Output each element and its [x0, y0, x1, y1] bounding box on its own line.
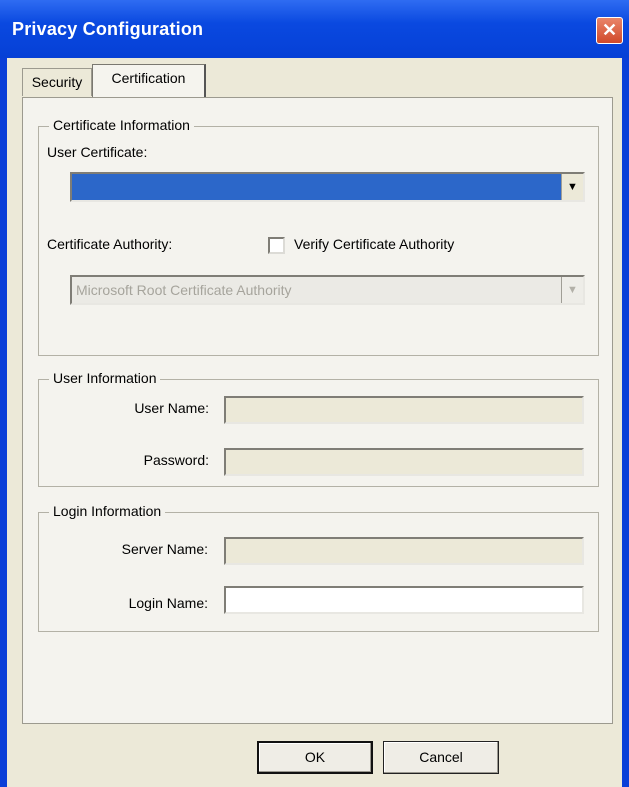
chevron-down-icon: ▼ — [567, 284, 578, 296]
user-information-legend: User Information — [49, 370, 161, 386]
user-certificate-label: User Certificate: — [47, 144, 148, 160]
title-bar[interactable]: Privacy Configuration ✕ — [0, 0, 629, 58]
certificate-authority-label: Certificate Authority: — [47, 236, 173, 252]
window-title: Privacy Configuration — [12, 19, 204, 39]
verify-certificate-authority-checkbox[interactable] — [268, 237, 285, 254]
login-name-label: Login Name: — [128, 595, 208, 611]
certificate-authority-dropdown-button[interactable]: ▼ — [561, 277, 583, 303]
user-certificate-select[interactable]: ▼ — [70, 172, 585, 202]
tab-certification[interactable]: Certification — [92, 64, 206, 98]
password-field[interactable] — [224, 448, 584, 476]
close-button[interactable]: ✕ — [596, 17, 623, 44]
certificate-information-legend: Certificate Information — [49, 117, 194, 133]
cancel-button-label: Cancel — [419, 749, 463, 765]
password-label: Password: — [143, 452, 209, 468]
user-name-field[interactable] — [224, 396, 584, 424]
user-certificate-dropdown-button[interactable]: ▼ — [561, 174, 583, 200]
login-name-field[interactable] — [224, 586, 584, 614]
server-name-field[interactable] — [224, 537, 584, 565]
certificate-authority-select[interactable]: Microsoft Root Certificate Authority ▼ — [70, 275, 585, 305]
tab-certification-label: Certification — [111, 70, 186, 86]
certificate-authority-value: Microsoft Root Certificate Authority — [76, 282, 292, 298]
dialog-window: Privacy Configuration ✕ Security Certifi… — [0, 0, 629, 787]
close-icon: ✕ — [601, 20, 618, 40]
verify-certificate-authority-label[interactable]: Verify Certificate Authority — [294, 236, 454, 252]
ok-button[interactable]: OK — [257, 741, 373, 774]
chevron-down-icon: ▼ — [567, 181, 578, 193]
certification-panel: Certificate Information User Certificate… — [22, 97, 613, 724]
login-information-group: Login Information — [38, 503, 599, 632]
login-information-legend: Login Information — [49, 503, 166, 519]
tab-security[interactable]: Security — [22, 68, 92, 96]
user-name-label: User Name: — [134, 400, 209, 416]
server-name-label: Server Name: — [121, 541, 208, 557]
ok-button-label: OK — [304, 749, 326, 765]
tab-security-label: Security — [31, 74, 83, 90]
cancel-button[interactable]: Cancel — [383, 741, 499, 774]
